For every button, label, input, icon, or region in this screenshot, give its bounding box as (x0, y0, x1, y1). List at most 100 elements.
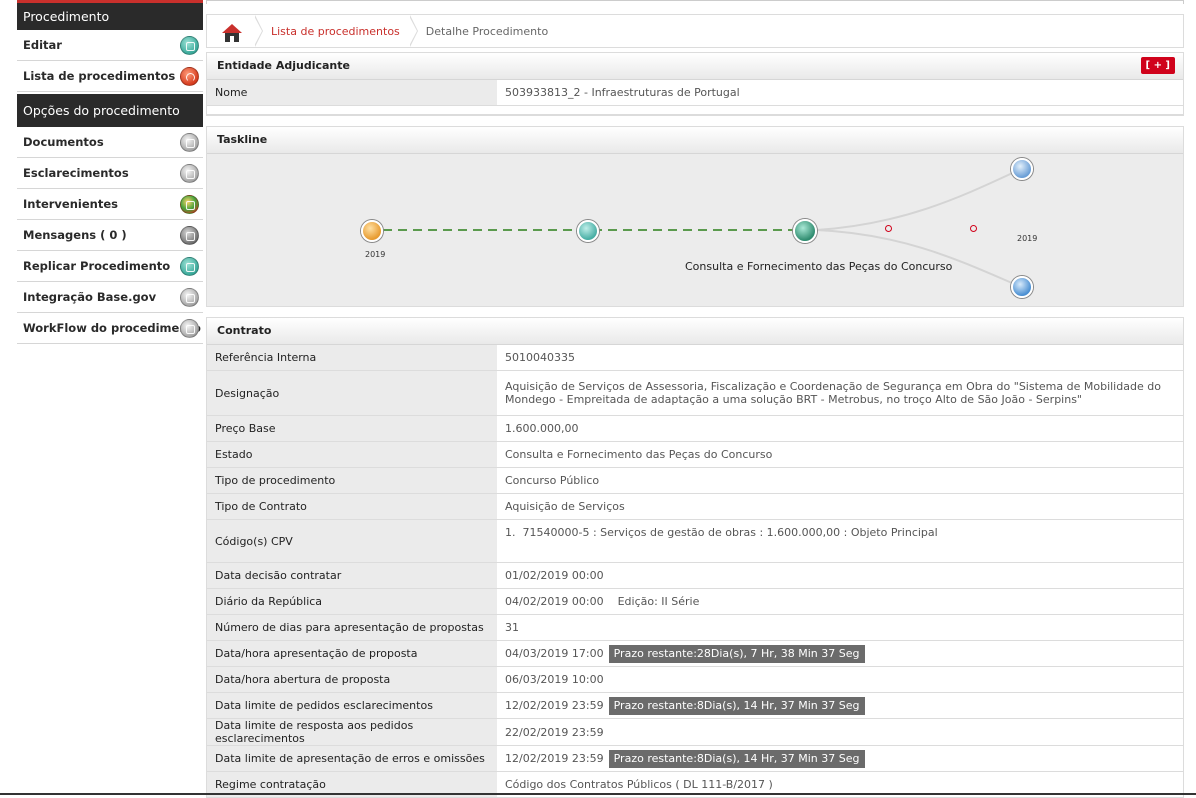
messages-icon (180, 226, 199, 245)
contrato-table: Referência Interna 5010040335 Designação Aq… (207, 345, 1183, 798)
row-label: Data limite de apresentação de erros e o… (207, 746, 497, 771)
taskline-node-current[interactable] (793, 219, 817, 243)
row-label: Preço Base (207, 416, 497, 441)
sidebar-item-label: Mensagens ( 0 ) (23, 228, 127, 242)
row-value: Consulta e Fornecimento das Peças do Con… (497, 442, 1183, 467)
remaining-time-badge: Prazo restante:28Dia(s), 7 Hr, 38 Min 37… (608, 644, 865, 663)
row-value: 12/02/2019 23:59 Prazo restante:8Dia(s), … (497, 693, 1183, 718)
table-row: Tipo de procedimento Concurso Público (207, 468, 1183, 494)
expand-button[interactable]: [ + ] (1140, 57, 1175, 74)
row-value: 12/02/2019 23:59 Prazo restante:8Dia(s), … (497, 746, 1183, 771)
table-row: Data limite de apresentação de erros e o… (207, 746, 1183, 772)
row-value-text: Concurso Público (505, 474, 600, 487)
table-row: Referência Interna 5010040335 (207, 345, 1183, 371)
contrato-panel: Contrato Referência Interna 5010040335 Des… (206, 317, 1184, 798)
row-value-text: Consulta e Fornecimento das Peças do Con… (505, 448, 773, 461)
row-value-text: 06/03/2019 10:00 (505, 673, 604, 686)
entidade-header: Entidade Adjudicante [ + ] (207, 53, 1183, 80)
row-value: 01/02/2019 00:00 (497, 563, 1183, 588)
breadcrumb-separator (254, 15, 263, 47)
home-icon[interactable] (207, 15, 255, 47)
panel-title: Taskline (217, 133, 268, 146)
breadcrumb-link-lista[interactable]: Lista de procedimentos (271, 25, 400, 38)
row-value-text: 04/02/2019 00:00 Edição: II Série (505, 595, 700, 608)
row-value: 31 (497, 615, 1183, 640)
sidebar-item-label: Integração Base.gov (23, 290, 157, 304)
info-icon (180, 164, 199, 183)
row-label: Nome (207, 80, 497, 105)
main-content: Lista de procedimentos Detalhe Procedime… (206, 14, 1184, 798)
table-row: Designação Aquisição de Serviços de Asses… (207, 371, 1183, 416)
row-value: 5010040335 (497, 345, 1183, 370)
row-value-text: 1.600.000,00 (505, 422, 579, 435)
row-label: Data/hora apresentação de proposta (207, 641, 497, 666)
sidebar-item-lista-procedimentos[interactable]: Lista de procedimentos (17, 61, 203, 92)
table-row: Data/hora apresentação de proposta 04/03/… (207, 641, 1183, 667)
row-value-text: 5010040335 (505, 351, 575, 364)
row-label: Referência Interna (207, 345, 497, 370)
row-value: Concurso Público (497, 468, 1183, 493)
row-label: Data decisão contratar (207, 563, 497, 588)
row-value: 22/02/2019 23:59 (497, 719, 1183, 745)
row-value: 503933813_2 - Infraestruturas de Portuga… (505, 86, 740, 99)
taskline-node-start[interactable] (361, 220, 383, 242)
row-value-text: 22/02/2019 23:59 (505, 725, 604, 739)
taskline-area: 2019 Consulta e Fornecimento das Peças d… (207, 154, 1183, 306)
back-icon (180, 67, 199, 86)
row-value: 04/02/2019 00:00 Edição: II Série (497, 589, 1183, 614)
row-value: Aquisição de Serviços de Assessoria, Fis… (497, 371, 1183, 415)
sidebar-item-label: Intervenientes (23, 197, 118, 211)
row-label: Tipo de Contrato (207, 494, 497, 519)
row-label: Data limite de resposta aos pedidos escl… (207, 719, 497, 745)
table-row: Diário da República 04/02/2019 00:00 Ediç… (207, 589, 1183, 615)
taskline-panel: Taskline 2019 Consulta e Fornecimento da… (206, 126, 1184, 307)
row-value: 1.600.000,00 (497, 416, 1183, 441)
row-value-text: 12/02/2019 23:59 (505, 699, 604, 712)
row-value-text: 01/02/2019 00:00 (505, 569, 604, 582)
row-value: Aquisição de Serviços (497, 494, 1183, 519)
row-label: Data limite de pedidos esclarecimentos (207, 693, 497, 718)
table-row: Data/hora abertura de proposta 06/03/2019… (207, 667, 1183, 693)
warning-icon[interactable] (1011, 158, 1033, 180)
sidebar-header-procedimento: Procedimento (17, 0, 203, 30)
edit-icon (180, 36, 199, 55)
breadcrumb: Lista de procedimentos Detalhe Procedime… (206, 14, 1184, 48)
table-row: Preço Base 1.600.000,00 (207, 416, 1183, 442)
replicate-icon (180, 257, 199, 276)
row-value-text: 1. 71540000-5 : Serviços de gestão de ob… (505, 526, 938, 539)
remaining-time-badge: Prazo restante:8Dia(s), 14 Hr, 37 Min 37… (608, 696, 865, 715)
taskline-caption: Consulta e Fornecimento das Peças do Con… (685, 260, 953, 273)
taskline-dot (885, 225, 892, 232)
taskline-node-publish[interactable] (577, 220, 599, 242)
row-value-text: 12/02/2019 23:59 (505, 752, 604, 765)
sidebar-item-esclarecimentos[interactable]: Esclarecimentos (17, 158, 203, 189)
row-value-text: Aquisição de Serviços (505, 500, 625, 513)
row-label: Estado (207, 442, 497, 467)
sidebar-item-mensagens[interactable]: Mensagens ( 0 ) (17, 220, 203, 251)
sidebar-item-workflow[interactable]: WorkFlow do procedimento (17, 313, 203, 344)
panel-title: Contrato (217, 324, 272, 337)
table-row: Data decisão contratar 01/02/2019 00:00 (207, 563, 1183, 589)
top-frame (206, 0, 1184, 4)
row-value: 1. 71540000-5 : Serviços de gestão de ob… (497, 520, 1183, 562)
taskline-year-right: 2019 (1017, 234, 1038, 243)
table-row: Número de dias para apresentação de prop… (207, 615, 1183, 641)
sidebar-item-label: Replicar Procedimento (23, 259, 171, 273)
contrato-header: Contrato (207, 318, 1183, 345)
taskline-year-left: 2019 (365, 250, 386, 259)
row-value-text: 31 (505, 621, 519, 634)
taskline-dot (970, 225, 977, 232)
row-value-text: 04/03/2019 17:00 (505, 647, 604, 660)
sidebar-item-intervenientes[interactable]: Intervenientes (17, 189, 203, 220)
sidebar-item-integracao[interactable]: Integração Base.gov (17, 282, 203, 313)
table-row: Data limite de pedidos esclarecimentos 12… (207, 693, 1183, 719)
sidebar-item-label: Documentos (23, 135, 104, 149)
sidebar-item-editar[interactable]: Editar (17, 30, 203, 61)
row-label: Designação (207, 371, 497, 415)
sidebar-item-replicar[interactable]: Replicar Procedimento (17, 251, 203, 282)
taskline-header: Taskline (207, 127, 1183, 154)
documents-icon (180, 133, 199, 152)
people-icon (180, 195, 199, 214)
sidebar-item-documentos[interactable]: Documentos (17, 127, 203, 158)
user-icon[interactable] (1011, 276, 1033, 298)
